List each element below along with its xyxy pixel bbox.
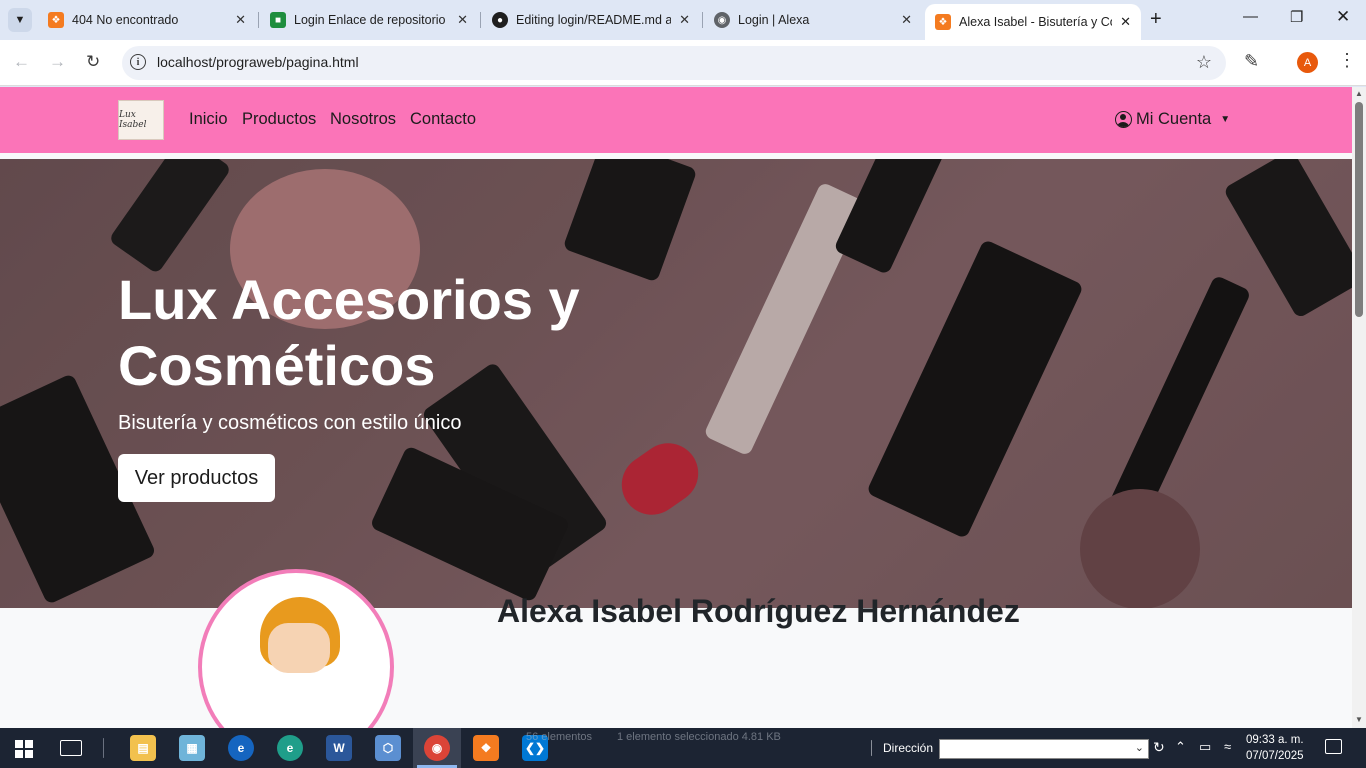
system-clock[interactable]: 09:33 a. m. 07/07/2025 — [1246, 732, 1304, 764]
hero-banner: Lux Accesorios y Cosméticos Bisutería y … — [0, 159, 1352, 608]
forward-icon[interactable]: → — [49, 52, 66, 72]
logo-text: Lux Isabel — [119, 110, 147, 130]
task-view-icon[interactable] — [60, 740, 82, 756]
wifi-icon[interactable]: ≈ — [1224, 739, 1231, 754]
tab-separator — [702, 12, 703, 28]
word-icon[interactable]: W — [326, 735, 352, 761]
profile-avatar[interactable]: A — [1297, 52, 1318, 73]
tab-github[interactable]: ● Editing login/README.md at ✕ — [482, 6, 700, 34]
site-info-icon[interactable]: i — [130, 54, 146, 70]
windows-start-icon[interactable] — [15, 740, 33, 758]
explorer-status-ghost: 1 elemento seleccionado 4.81 KB — [617, 731, 781, 743]
chrome-icon[interactable]: ◉ — [424, 735, 450, 761]
google-classroom-icon: ■ — [270, 12, 286, 28]
tab-title: Login | Alexa — [738, 13, 810, 27]
nav-productos[interactable]: Productos — [242, 110, 316, 129]
edge-icon[interactable]: e — [277, 735, 303, 761]
clock-date: 07/07/2025 — [1246, 750, 1304, 762]
globe-icon: ◉ — [714, 12, 730, 28]
tab-alexa-isabel[interactable]: ❖ Alexa Isabel - Bisutería y Cos ✕ — [925, 4, 1141, 40]
page-viewport: Lux Isabel Inicio Productos Nosotros Con… — [0, 87, 1352, 728]
file-explorer-icon[interactable]: ▤ — [130, 735, 156, 761]
tab-login-repo[interactable]: ■ Login Enlace de repositorio de ✕ — [260, 6, 478, 34]
tab-title: Alexa Isabel - Bisutería y Cos — [959, 15, 1113, 29]
explorer-status-ghost: 56 elementos — [526, 731, 593, 743]
minimize-icon[interactable]: — — [1243, 8, 1258, 25]
browser-toolbar: ← → ↻ i localhost/prograweb/pagina.html … — [0, 40, 1366, 86]
back-icon[interactable]: ← — [13, 52, 30, 72]
scroll-down-icon[interactable]: ▼ — [1355, 715, 1363, 724]
xampp-icon: ❖ — [935, 14, 951, 30]
hero-subtitle: Bisutería y cosméticos con estilo único — [118, 412, 462, 434]
reload-icon[interactable]: ↻ — [86, 52, 100, 72]
close-icon[interactable]: ✕ — [457, 12, 468, 28]
tab-strip: ▼ ❖ 404 No encontrado ✕ ■ Login Enlace d… — [0, 0, 1366, 40]
xampp-icon: ❖ — [48, 12, 64, 28]
tab-login-alexa[interactable]: ◉ Login | Alexa ✕ — [704, 6, 922, 34]
account-dropdown[interactable]: Mi Cuenta ▼ — [1115, 110, 1230, 129]
notifications-icon[interactable] — [1325, 739, 1342, 754]
account-label: Mi Cuenta — [1136, 110, 1212, 128]
close-icon[interactable]: ✕ — [679, 12, 690, 28]
github-icon: ● — [492, 12, 508, 28]
address-go-icon[interactable]: ↻ — [1153, 739, 1165, 756]
tab-title: Editing login/README.md at — [516, 13, 672, 27]
toolbar-grip — [871, 740, 872, 756]
url-text[interactable]: localhost/prograweb/pagina.html — [157, 54, 359, 70]
close-icon[interactable]: ✕ — [235, 12, 246, 28]
nav-nosotros[interactable]: Nosotros — [330, 110, 396, 129]
dropdown-arrow-icon[interactable]: ⌄ — [1135, 741, 1144, 754]
windows-taskbar: ▤ ▦ e e W ⬡ ◉ ❖ ❮❯ 56 elementos 1 elemen… — [0, 728, 1366, 768]
edge-legacy-icon[interactable]: e — [228, 735, 254, 761]
avatar-face — [268, 623, 330, 673]
notepad-icon[interactable]: ▦ — [179, 735, 205, 761]
virtualbox-icon[interactable]: ⬡ — [375, 735, 401, 761]
battery-icon[interactable]: ▭ — [1199, 739, 1211, 755]
clock-time: 09:33 a. m. — [1246, 734, 1304, 746]
address-toolbar-label: Dirección — [883, 741, 934, 755]
address-toolbar-input[interactable]: ⌄ — [939, 739, 1149, 759]
taskbar-divider — [103, 738, 104, 758]
close-icon[interactable]: ✕ — [1120, 14, 1131, 30]
new-tab-button[interactable]: + — [1150, 8, 1162, 31]
restore-icon[interactable]: ❐ — [1290, 8, 1303, 26]
view-products-button[interactable]: Ver productos — [118, 454, 275, 502]
scroll-up-icon[interactable]: ▲ — [1355, 89, 1363, 98]
about-name-heading: Alexa Isabel Rodríguez Hernández — [497, 593, 1020, 629]
tab-title: 404 No encontrado — [72, 13, 179, 27]
extensions-icon[interactable]: ✎ — [1244, 51, 1259, 72]
caret-down-icon: ▼ — [1220, 114, 1231, 125]
tab-404[interactable]: ❖ 404 No encontrado ✕ — [38, 6, 256, 34]
address-bar[interactable]: i localhost/prograweb/pagina.html ☆ — [122, 46, 1226, 80]
tab-separator — [480, 12, 481, 28]
nav-contacto[interactable]: Contacto — [410, 110, 476, 129]
tray-expand-icon[interactable]: ⌃ — [1175, 739, 1186, 755]
nav-inicio[interactable]: Inicio — [189, 110, 228, 129]
site-logo[interactable]: Lux Isabel — [118, 100, 164, 140]
close-icon[interactable]: ✕ — [901, 12, 912, 28]
hero-title: Lux Accesorios y Cosméticos — [118, 268, 580, 397]
page-scrollbar[interactable]: ▲ ▼ — [1352, 87, 1366, 728]
scrollbar-thumb[interactable] — [1355, 102, 1363, 317]
bookmark-star-icon[interactable]: ☆ — [1196, 52, 1212, 73]
user-circle-icon — [1115, 111, 1132, 128]
tab-title: Login Enlace de repositorio de — [294, 13, 450, 27]
site-navbar: Lux Isabel Inicio Productos Nosotros Con… — [0, 87, 1352, 153]
xampp-icon[interactable]: ❖ — [473, 735, 499, 761]
more-menu-icon[interactable]: ⋮ — [1338, 50, 1356, 71]
tab-search-button[interactable]: ▼ — [8, 8, 32, 32]
window-close-icon[interactable]: ✕ — [1336, 7, 1350, 27]
tab-separator — [258, 12, 259, 28]
